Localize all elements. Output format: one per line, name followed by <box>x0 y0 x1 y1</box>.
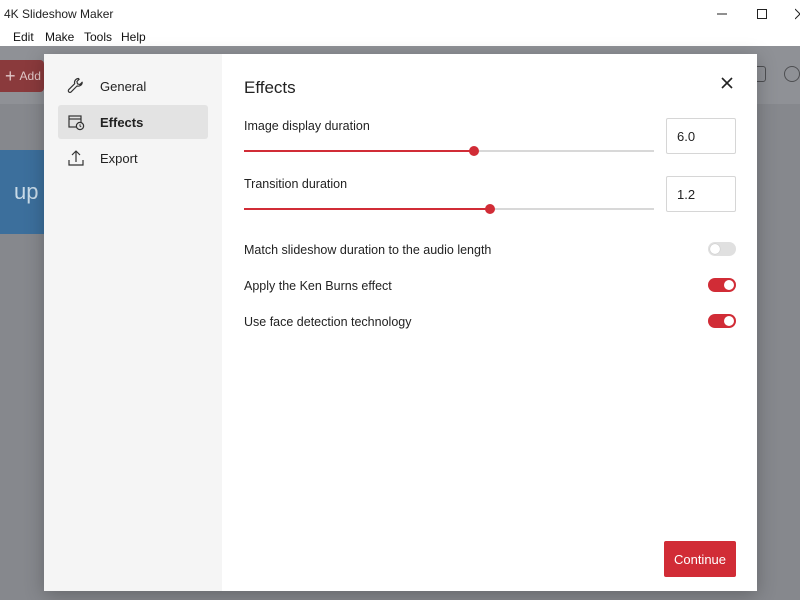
transition-duration-slider[interactable] <box>244 203 654 215</box>
preferences-dialog: General Effects Export Effects Image dis… <box>44 54 757 591</box>
continue-button[interactable]: Continue <box>664 541 736 577</box>
effects-icon <box>66 112 86 132</box>
close-icon <box>795 8 800 20</box>
nav-effects[interactable]: Effects <box>58 105 208 139</box>
image-duration-label: Image display duration <box>244 119 370 133</box>
face-detection-label: Use face detection technology <box>244 315 412 329</box>
transition-duration-input[interactable]: 1.2 <box>666 176 736 212</box>
menu-help[interactable]: Help <box>121 30 146 44</box>
account-icon <box>784 66 800 82</box>
dialog-close-button[interactable] <box>718 74 736 92</box>
toggle-knob <box>710 244 720 254</box>
minimize-icon <box>717 13 727 15</box>
window-title: 4K Slideshow Maker <box>4 7 114 21</box>
face-detection-toggle[interactable] <box>708 314 736 328</box>
toggle-knob <box>724 316 734 326</box>
image-duration-input[interactable]: 6.0 <box>666 118 736 154</box>
add-button-label: Add <box>19 69 41 83</box>
nav-general-label: General <box>100 78 147 94</box>
slider-fill <box>244 208 490 210</box>
dialog-title: Effects <box>244 78 296 97</box>
dialog-content: Effects Image display duration 6.0 Trans… <box>222 54 757 591</box>
close-icon <box>721 77 733 89</box>
minimize-button[interactable] <box>712 4 732 24</box>
nav-export-label: Export <box>100 150 138 166</box>
upload-card: up <box>0 150 44 234</box>
nav-effects-label: Effects <box>100 114 144 130</box>
match-audio-toggle[interactable] <box>708 242 736 256</box>
title-bar: 4K Slideshow Maker <box>0 0 800 28</box>
menu-edit[interactable]: Edit <box>13 30 34 44</box>
close-window-button[interactable] <box>790 4 800 24</box>
slider-thumb[interactable] <box>468 146 479 156</box>
maximize-icon <box>757 9 767 19</box>
menu-make[interactable]: Make <box>45 30 74 44</box>
nav-general[interactable]: General <box>58 69 208 103</box>
match-audio-label: Match slideshow duration to the audio le… <box>244 243 492 257</box>
menu-tools[interactable]: Tools <box>84 30 112 44</box>
ken-burns-toggle[interactable] <box>708 278 736 292</box>
transition-duration-label: Transition duration <box>244 177 348 191</box>
slider-fill <box>244 150 474 152</box>
plus-icon: + <box>5 65 16 86</box>
slider-thumb[interactable] <box>485 204 495 214</box>
maximize-button[interactable] <box>752 4 772 24</box>
upload-card-text: up <box>14 179 39 204</box>
menu-bar: Edit Make Tools Help <box>0 28 800 46</box>
ken-burns-label: Apply the Ken Burns effect <box>244 279 392 293</box>
toggle-knob <box>724 280 734 290</box>
wrench-icon <box>66 76 86 96</box>
export-icon <box>66 148 86 168</box>
nav-export[interactable]: Export <box>58 141 208 175</box>
add-button: + Add <box>0 60 44 92</box>
dialog-sidebar: General Effects Export <box>44 54 222 591</box>
image-duration-slider[interactable] <box>244 145 654 157</box>
